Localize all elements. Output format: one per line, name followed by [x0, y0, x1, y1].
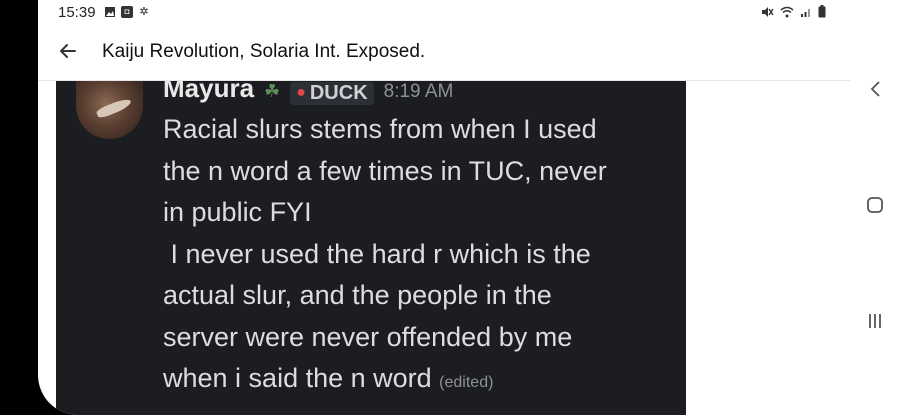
mushroom-icon: ● [296, 84, 306, 101]
home-nav-icon [866, 196, 884, 219]
status-icons-right [761, 5, 826, 21]
message-header: Mayura ☘ ● DUCK 8:19 AM [163, 81, 454, 105]
role-label: DUCK [309, 81, 368, 104]
message-line: I never used the hard r which is the [163, 238, 591, 269]
username: Mayura [163, 81, 255, 103]
avatar-beak-shape [95, 96, 133, 120]
gear-icon: ✲ [139, 6, 149, 18]
back-nav-icon [869, 80, 881, 103]
status-bar: 15:39 ◘ ✲ [38, 0, 850, 26]
nav-home-button[interactable] [863, 195, 887, 219]
app-bar: Kaiju Revolution, Solaria Int. Exposed. [38, 26, 850, 81]
message-body: Racial slurs stems from when I used the … [163, 109, 673, 404]
wifi-icon [780, 6, 794, 21]
leaf-icon: ☘ [264, 81, 281, 101]
status-time: 15:39 [58, 4, 96, 21]
message-timestamp: 8:19 AM [383, 81, 454, 102]
system-nav-bar [850, 0, 900, 415]
signal-icon [800, 6, 812, 21]
avatar [76, 81, 143, 139]
recents-nav-icon [867, 313, 883, 334]
message-line: actual slur, and the people in the [163, 280, 552, 310]
nav-recents-button[interactable] [863, 311, 887, 335]
back-button[interactable] [54, 39, 82, 67]
nav-back-button[interactable] [863, 79, 887, 103]
edited-label: (edited) [439, 374, 494, 391]
message-last-line: when i said the n word (edited) [163, 358, 673, 404]
message-line: server were never offended by me [163, 321, 573, 352]
notification-box-icon: ◘ [121, 6, 133, 18]
image-icon [104, 6, 116, 18]
mute-icon [761, 6, 774, 21]
arrow-left-icon [58, 41, 78, 66]
message-line: Racial slurs stems from when I used [163, 114, 597, 144]
role-tag: ● DUCK [290, 81, 374, 105]
message-line: in public FYI [163, 197, 312, 227]
battery-icon [818, 5, 826, 21]
message-line: the n word a few times in TUC, never [163, 155, 607, 186]
message-line: when i said the n word [163, 363, 432, 393]
screenshot-image[interactable]: Mayura ☘ ● DUCK 8:19 AM Racial slurs ste… [56, 81, 686, 415]
status-icons-left: ◘ ✲ [104, 6, 150, 18]
phone-screen: 15:39 ◘ ✲ Kaiju Revolution, Solaria Int.… [38, 0, 850, 415]
page-title: Kaiju Revolution, Solaria Int. Exposed. [102, 41, 426, 62]
